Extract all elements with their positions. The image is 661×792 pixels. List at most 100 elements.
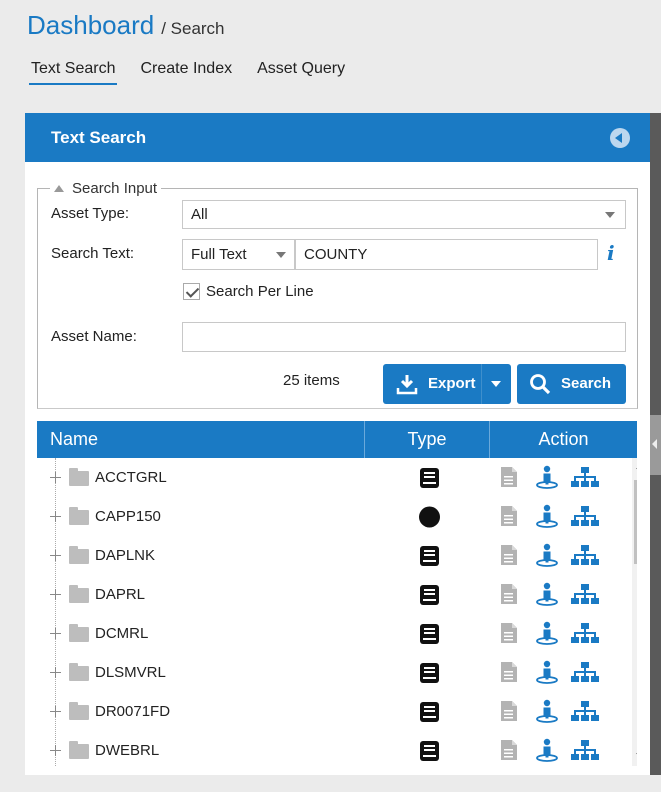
expand-plus-icon[interactable] (48, 704, 63, 719)
book-icon (419, 545, 440, 572)
hierarchy-icon[interactable] (570, 505, 600, 532)
document-icon[interactable] (500, 544, 518, 571)
book-icon (419, 662, 440, 689)
tab-text-search[interactable]: Text Search (29, 58, 118, 85)
hierarchy-icon[interactable] (570, 583, 600, 610)
row-name[interactable]: DLSMVRL (95, 664, 166, 681)
folder-icon (69, 585, 89, 603)
user-icon[interactable] (535, 465, 559, 494)
search-input-legend-label: Search Input (72, 180, 158, 197)
row-name[interactable]: DWEBRL (95, 742, 159, 759)
tab-bar: Text Search Create Index Asset Query (29, 58, 368, 85)
table-row[interactable]: DR0071FD (37, 692, 620, 731)
document-icon[interactable] (500, 583, 518, 610)
expand-plus-icon[interactable] (48, 470, 63, 485)
search-icon (530, 374, 551, 395)
column-header-type[interactable]: Type (365, 421, 490, 458)
table-row[interactable]: CAPP150 (37, 497, 620, 536)
table-row[interactable]: DCMRL (37, 614, 620, 653)
expand-plus-icon[interactable] (48, 509, 63, 524)
folder-icon (69, 741, 89, 759)
search-per-line-checkbox[interactable] (183, 283, 200, 300)
info-icon[interactable]: i (607, 241, 615, 265)
hierarchy-icon[interactable] (570, 661, 600, 688)
expand-plus-icon[interactable] (48, 587, 63, 602)
table-row[interactable]: ACCTGRL (37, 458, 620, 497)
book-icon (419, 701, 440, 728)
row-name[interactable]: CAPP150 (95, 508, 161, 525)
collapse-left-icon[interactable] (610, 128, 630, 148)
document-icon[interactable] (500, 661, 518, 688)
export-label: Export (428, 375, 476, 392)
folder-icon (69, 624, 89, 642)
expand-plus-icon[interactable] (48, 665, 63, 680)
user-icon[interactable] (535, 582, 559, 611)
folder-icon (69, 546, 89, 564)
row-name[interactable]: DR0071FD (95, 703, 170, 720)
scroll-up-icon[interactable] (636, 464, 637, 469)
hierarchy-icon[interactable] (570, 622, 600, 649)
column-header-name[interactable]: Name (37, 421, 365, 458)
search-mode-select[interactable]: Full Text (182, 239, 295, 270)
user-icon[interactable] (535, 504, 559, 533)
breadcrumb-current: / Search (161, 19, 225, 38)
search-button[interactable]: Search (517, 364, 626, 404)
export-dropdown-toggle[interactable] (481, 364, 511, 404)
expand-plus-icon[interactable] (48, 743, 63, 758)
hierarchy-icon[interactable] (570, 544, 600, 571)
user-icon[interactable] (535, 543, 559, 572)
row-name[interactable]: DAPLNK (95, 547, 155, 564)
document-icon[interactable] (500, 739, 518, 766)
user-icon[interactable] (535, 699, 559, 728)
table-row[interactable]: DWEBRL (37, 731, 620, 766)
column-header-action: Action (538, 429, 589, 449)
document-icon[interactable] (500, 505, 518, 532)
document-icon[interactable] (500, 622, 518, 649)
search-text-input[interactable]: COUNTY (295, 239, 598, 270)
breadcrumb: Dashboard / Search (27, 10, 225, 41)
book-icon (419, 584, 440, 611)
user-icon[interactable] (535, 738, 559, 766)
side-panel-toggle[interactable] (650, 415, 661, 475)
chevron-down-icon (276, 252, 286, 258)
download-icon (396, 375, 418, 395)
hierarchy-icon[interactable] (570, 739, 600, 766)
document-icon[interactable] (500, 466, 518, 493)
row-name[interactable]: DAPRL (95, 586, 145, 603)
book-icon (419, 740, 440, 766)
search-text-value: COUNTY (304, 246, 368, 263)
user-icon[interactable] (535, 660, 559, 689)
book-icon (419, 467, 440, 494)
vertical-scrollbar[interactable] (632, 458, 637, 766)
hierarchy-icon[interactable] (570, 700, 600, 727)
document-icon[interactable] (500, 700, 518, 727)
table-row[interactable]: DAPRL (37, 575, 620, 614)
expand-plus-icon[interactable] (48, 548, 63, 563)
export-button[interactable]: Export (383, 364, 511, 404)
row-name[interactable]: DCMRL (95, 625, 148, 642)
asset-name-input[interactable] (182, 322, 626, 352)
search-input-legend[interactable]: Search Input (50, 180, 161, 197)
items-count: 25 items (283, 372, 340, 389)
asset-type-select[interactable]: All (182, 200, 626, 229)
scroll-down-icon[interactable] (636, 753, 637, 758)
user-icon[interactable] (535, 621, 559, 650)
asset-name-label: Asset Name: (51, 328, 137, 345)
search-label: Search (561, 375, 612, 392)
panel-title: Text Search (51, 127, 147, 147)
row-name[interactable]: ACCTGRL (95, 469, 167, 486)
scrollbar-thumb[interactable] (634, 480, 637, 564)
breadcrumb-dashboard-link[interactable]: Dashboard (27, 10, 154, 41)
table-row[interactable]: DAPLNK (37, 536, 620, 575)
hierarchy-icon[interactable] (570, 466, 600, 493)
circle-icon (419, 506, 440, 533)
search-per-line-label[interactable]: Search Per Line (206, 283, 314, 300)
tab-create-index[interactable]: Create Index (138, 58, 234, 85)
tab-asset-query[interactable]: Asset Query (255, 58, 347, 85)
expand-plus-icon[interactable] (48, 626, 63, 641)
folder-icon (69, 507, 89, 525)
table-row[interactable]: DLSMVRL (37, 653, 620, 692)
asset-type-value: All (191, 206, 208, 223)
collapse-up-icon[interactable] (54, 185, 64, 192)
search-mode-value: Full Text (191, 246, 247, 263)
